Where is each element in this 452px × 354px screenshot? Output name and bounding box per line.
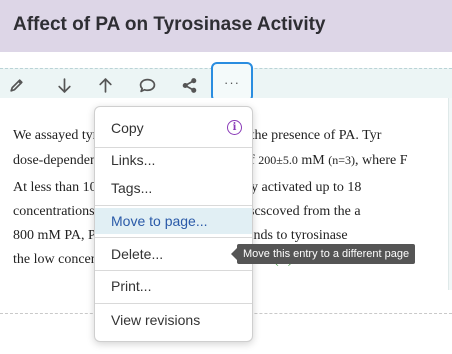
menu-separator [95, 205, 252, 206]
comment-icon [139, 78, 155, 92]
tooltip: Move this entry to a different page [230, 244, 416, 264]
menu-separator [95, 237, 252, 238]
edit-button[interactable] [2, 73, 30, 97]
entry-title-bar: Affect of PA on Tyrosinase Activity [0, 0, 452, 52]
pencil-icon [9, 78, 23, 92]
menu-item-links[interactable]: Links... [95, 147, 252, 173]
share-button[interactable] [175, 73, 203, 97]
entry-actions-menu: Copy i Links... Tags... Move to page... … [94, 106, 253, 342]
menu-separator [95, 303, 252, 304]
menu-item-copy[interactable]: Copy i [95, 115, 252, 141]
move-up-button[interactable] [91, 73, 119, 97]
menu-separator [95, 270, 252, 271]
menu-item-print[interactable]: Print... [95, 273, 252, 299]
menu-item-delete[interactable]: Delete... [95, 241, 252, 267]
arrow-down-icon [57, 77, 71, 93]
move-down-button[interactable] [50, 73, 78, 97]
info-icon[interactable]: i [227, 120, 242, 135]
arrow-up-icon [98, 77, 112, 93]
menu-item-view-revisions[interactable]: View revisions [95, 307, 252, 333]
comment-button[interactable] [133, 73, 161, 97]
page-title: Affect of PA on Tyrosinase Activity [13, 14, 326, 35]
more-actions-button[interactable]: ··· [211, 62, 253, 102]
menu-item-tags[interactable]: Tags... [95, 175, 252, 201]
more-icon: ··· [224, 74, 240, 90]
menu-item-move-to-page[interactable]: Move to page... [95, 208, 252, 234]
share-icon [182, 77, 196, 93]
